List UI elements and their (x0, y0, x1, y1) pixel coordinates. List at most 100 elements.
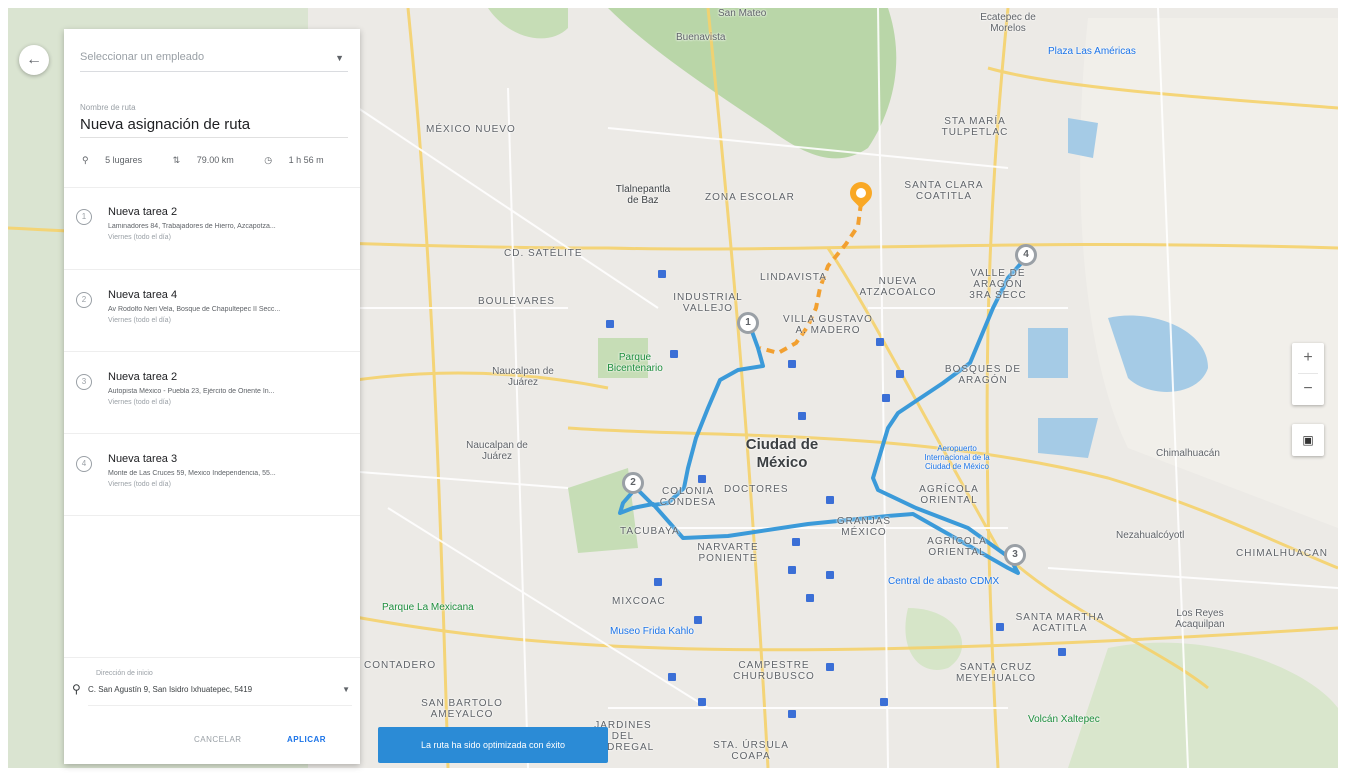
poi-icon (880, 698, 888, 706)
task-address: Autopista México - Puebla 23, Ejército d… (108, 388, 275, 395)
map-label: Central de abasto CDMX (888, 576, 1000, 587)
task-schedule: Viernes (todo el día) (108, 481, 171, 488)
task-title: Nueva tarea 3 (108, 453, 178, 465)
task-item[interactable]: 1 Nueva tarea 2 Laminadores 84, Trabajad… (64, 189, 360, 267)
zoom-control: + − (1292, 343, 1324, 405)
task-title: Nueva tarea 2 (108, 371, 178, 383)
map-label: VALLE DE ARAGÓN 3RA SECC (969, 268, 1027, 301)
map-label: Ecatepec de Morelos (980, 12, 1036, 34)
map-label: Tlalnepantla de Baz (615, 184, 671, 206)
poi-icon (876, 338, 884, 346)
poi-icon (996, 623, 1004, 631)
stat-distance: ⇅ 79.00 km (172, 155, 234, 165)
clock-icon: ◷ (264, 155, 273, 165)
poi-icon (826, 496, 834, 504)
poi-icon (826, 571, 834, 579)
map-label: STA. ÚRSULA COAPA (713, 740, 789, 762)
map-label: BOULEVARES (478, 296, 556, 307)
poi-icon (654, 578, 662, 586)
location-pin-icon: ⚲ (72, 682, 81, 696)
divider (64, 187, 360, 188)
cancel-button[interactable]: CANCELAR (194, 735, 242, 744)
poi-icon (896, 370, 904, 378)
poi-icon (826, 663, 834, 671)
start-address-label: Dirección de inicio (96, 670, 153, 677)
caret-down-icon: ▼ (335, 53, 344, 63)
map-label: Ciudad de México (745, 436, 819, 471)
task-title: Nueva tarea 4 (108, 289, 178, 301)
map-label: BOSQUES DE ARAGÓN (944, 364, 1022, 386)
map-label: ZONA ESCOLAR (705, 192, 795, 203)
poi-icon (698, 475, 706, 483)
route-name-underline (80, 137, 348, 138)
map-label: Parque Bicentenario (607, 352, 663, 374)
route-marker-3[interactable]: 3 (1004, 544, 1026, 566)
task-number: 2 (76, 292, 92, 308)
task-item[interactable]: 2 Nueva tarea 4 Av Rodolfo Neri Vela, Bo… (64, 272, 360, 350)
task-title: Nueva tarea 2 (108, 206, 178, 218)
map-label: INDUSTRIAL VALLEJO (673, 292, 743, 314)
map-label: AGRÍCOLA ORIENTAL (927, 536, 987, 558)
task-number: 1 (76, 209, 92, 225)
start-address-select[interactable]: ⚲ C. San Agustín 9, San Isidro Ixhuatepe… (72, 682, 352, 699)
task-schedule: Viernes (todo el día) (108, 317, 171, 324)
divider (88, 705, 352, 706)
poi-icon (694, 616, 702, 624)
task-address: Monte de Las Cruces 59, Mexico Independe… (108, 470, 276, 477)
map-label: Parque La Mexicana (382, 602, 474, 613)
divider (64, 433, 360, 434)
poi-icon (882, 394, 890, 402)
route-marker-2[interactable]: 2 (622, 472, 644, 494)
route-name-input[interactable]: Nueva asignación de ruta (80, 116, 250, 133)
map-label: Volcán Xaltepec (1028, 714, 1100, 725)
task-address: Laminadores 84, Trabajadores de Hierro, … (108, 223, 276, 230)
map-label: Naucalpan de Juárez (492, 366, 554, 388)
map-label: CAMPESTRE CHURUBUSCO (733, 660, 815, 682)
divider (64, 269, 360, 270)
map-label: Los Reyes Acaquilpan (1175, 608, 1225, 630)
zoom-out-button[interactable]: − (1292, 374, 1324, 404)
map-label: VILLA GUSTAVO A. MADERO (783, 314, 873, 336)
poi-icon (658, 270, 666, 278)
poi-icon (668, 673, 676, 681)
poi-icon (788, 360, 796, 368)
map-layers-button[interactable]: ▣ (1292, 424, 1324, 456)
poi-icon (606, 320, 614, 328)
map-label: Buenavista (676, 32, 726, 43)
map-label: LINDAVISTA (760, 272, 827, 283)
route-marker-1[interactable]: 1 (737, 312, 759, 334)
route-panel: Seleccionar un empleado ▼ Nombre de ruta… (64, 29, 360, 764)
map-label: MÉXICO NUEVO (426, 124, 516, 135)
map-label: Museo Frida Kahlo (610, 626, 694, 637)
map-label: SANTA MARTHA ACATITLA (1015, 612, 1105, 634)
route-stats: ⚲ 5 lugares ⇅ 79.00 km ◷ 1 h 56 m (82, 155, 352, 166)
back-button[interactable]: ← (19, 45, 49, 75)
employee-select[interactable]: Seleccionar un empleado ▼ (80, 51, 348, 72)
poi-icon (698, 698, 706, 706)
zoom-in-button[interactable]: + (1292, 343, 1324, 373)
map-label: SAN BARTOLO AMEYALCO (421, 698, 503, 720)
route-marker-4[interactable]: 4 (1015, 244, 1037, 266)
map-label: NARVARTE PONIENTE (697, 542, 759, 564)
task-number: 4 (76, 456, 92, 472)
map-label: Chimalhuacán (1156, 448, 1220, 459)
poi-icon (806, 594, 814, 602)
map-label: DOCTORES (724, 484, 789, 495)
poi-icon (1058, 648, 1066, 656)
map-label: Plaza Las Américas (1048, 46, 1136, 57)
success-toast: La ruta ha sido optimizada con éxito (378, 727, 608, 763)
apply-button[interactable]: APLICAR (287, 735, 326, 744)
map-label: San Mateo (718, 8, 767, 19)
task-schedule: Viernes (todo el día) (108, 399, 171, 406)
employee-select-placeholder: Seleccionar un empleado (80, 51, 205, 63)
task-item[interactable]: 3 Nueva tarea 2 Autopista México - Puebl… (64, 354, 360, 432)
map-label: CONTADERO (364, 660, 437, 671)
task-number: 3 (76, 374, 92, 390)
poi-icon (798, 412, 806, 420)
task-item[interactable]: 4 Nueva tarea 3 Monte de Las Cruces 59, … (64, 436, 360, 514)
map-label: Naucalpan de Juárez (466, 440, 528, 462)
map-label: NUEVA ATZACOALCO (859, 276, 937, 298)
poi-icon (792, 538, 800, 546)
map-label: MIXCOAC (612, 596, 666, 607)
distance-icon: ⇅ (172, 155, 181, 165)
